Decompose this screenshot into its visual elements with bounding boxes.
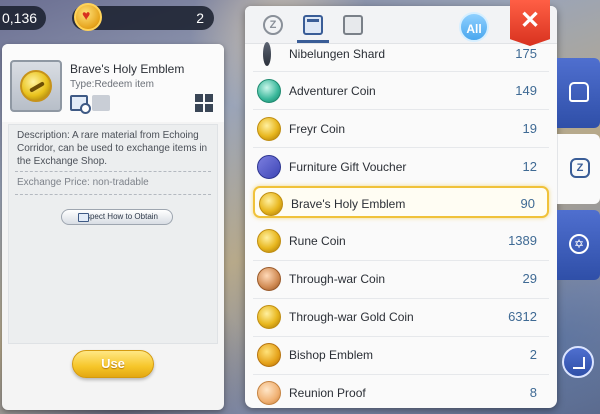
- reunion-proof-icon: [257, 381, 281, 405]
- use-button[interactable]: Use: [72, 350, 154, 378]
- item-slot: [10, 60, 62, 112]
- item-detail-header: Brave's Holy Emblem Type:Redeem item: [2, 44, 224, 122]
- item-row-qty: 6312: [508, 309, 537, 324]
- item-row-qty: 12: [522, 159, 537, 174]
- item-row-name: Through-war Gold Coin: [289, 310, 414, 324]
- side-tab-zeny-bag[interactable]: Z: [557, 134, 600, 204]
- list-item[interactable]: Furniture Gift Voucher 12: [253, 151, 549, 183]
- expand-corner-button[interactable]: [562, 346, 594, 378]
- heart-coin-icon: [74, 3, 102, 31]
- item-row-qty: 8: [529, 385, 537, 400]
- tab-zeny[interactable]: Z: [263, 15, 283, 35]
- through-war-gold-coin-icon: [257, 305, 281, 329]
- item-row-qty: 1389: [508, 233, 537, 248]
- item-row-qty: 175: [515, 46, 537, 61]
- adventurer-coin-icon: [257, 79, 281, 103]
- zeny-counter: 0,136: [0, 6, 46, 30]
- inspect-how-to-obtain-button[interactable]: Inspect How to Obtain: [61, 209, 173, 225]
- emblem-icon: [259, 192, 283, 216]
- item-row-name: Bishop Emblem: [289, 348, 374, 362]
- list-item[interactable]: Through-war Gold Coin 6312: [253, 301, 549, 333]
- item-detail-panel: Brave's Holy Emblem Type:Redeem item Des…: [2, 44, 224, 410]
- inspect-button-label: Inspect How to Obtain: [79, 212, 158, 221]
- side-tab-hexagram[interactable]: ✡: [557, 210, 600, 280]
- list-item[interactable]: Rune Coin 1389: [253, 225, 549, 257]
- divider: [253, 109, 549, 110]
- exchange-price: Exchange Price: non-tradable: [17, 177, 149, 188]
- freyr-coin-icon: [257, 117, 281, 141]
- storage-icon[interactable]: [92, 95, 110, 111]
- tab-exchange[interactable]: [343, 15, 363, 35]
- list-item[interactable]: Through-war Coin 29: [253, 263, 549, 295]
- item-row-name: Brave's Holy Emblem: [291, 197, 406, 211]
- item-row-name: Rune Coin: [289, 234, 346, 248]
- description-box: Description: A rare material from Echoin…: [8, 124, 218, 344]
- divider: [253, 374, 549, 375]
- backpack-icon: [569, 82, 589, 102]
- item-row-name: Through-war Coin: [289, 272, 386, 286]
- list-item[interactable]: Bishop Emblem 2: [253, 339, 549, 371]
- through-war-coin-icon: [257, 267, 281, 291]
- grid-icon[interactable]: [195, 94, 213, 112]
- list-item[interactable]: Nibelungen Shard 175: [253, 38, 549, 70]
- zeny-bag-icon: Z: [570, 158, 590, 178]
- shard-icon: [263, 42, 271, 66]
- item-row-name: Nibelungen Shard: [289, 47, 386, 61]
- divider: [15, 171, 211, 172]
- side-tab-backpack[interactable]: [557, 58, 600, 128]
- item-description: Description: A rare material from Echoin…: [17, 130, 208, 167]
- item-name: Brave's Holy Emblem: [70, 62, 185, 76]
- item-row-qty: 2: [529, 347, 537, 362]
- inspect-icon[interactable]: [70, 95, 91, 114]
- list-item[interactable]: Reunion Proof 8: [253, 377, 549, 408]
- list-item[interactable]: Freyr Coin 19: [253, 113, 549, 145]
- divider: [253, 260, 549, 261]
- divider: [253, 71, 549, 72]
- divider: [15, 194, 211, 195]
- item-row-qty: 29: [522, 271, 537, 286]
- bishop-emblem-icon: [257, 343, 281, 367]
- inspect-icon: [78, 213, 89, 222]
- hexagram-icon: ✡: [569, 234, 589, 254]
- divider: [253, 298, 549, 299]
- list-item-selected[interactable]: Brave's Holy Emblem 90: [253, 186, 549, 218]
- item-row-name: Freyr Coin: [289, 122, 346, 136]
- voucher-icon: [257, 155, 281, 179]
- item-row-name: Furniture Gift Voucher: [289, 160, 407, 174]
- rune-coin-icon: [257, 229, 281, 253]
- tab-redeem-items[interactable]: [303, 15, 323, 35]
- list-item[interactable]: Adventurer Coin 149: [253, 75, 549, 107]
- item-row-name: Adventurer Coin: [289, 84, 376, 98]
- item-row-name: Reunion Proof: [289, 386, 366, 400]
- close-button[interactable]: ✕: [510, 0, 550, 46]
- item-row-qty: 90: [520, 196, 535, 211]
- item-type: Type:Redeem item: [70, 79, 154, 90]
- divider: [253, 336, 549, 337]
- item-row-qty: 19: [522, 121, 537, 136]
- item-row-qty: 149: [515, 83, 537, 98]
- brave-holy-emblem-icon: [20, 70, 52, 102]
- item-list-panel: Z All Nibelungen Shard 175 Adventurer Co…: [245, 6, 557, 408]
- divider: [253, 147, 549, 148]
